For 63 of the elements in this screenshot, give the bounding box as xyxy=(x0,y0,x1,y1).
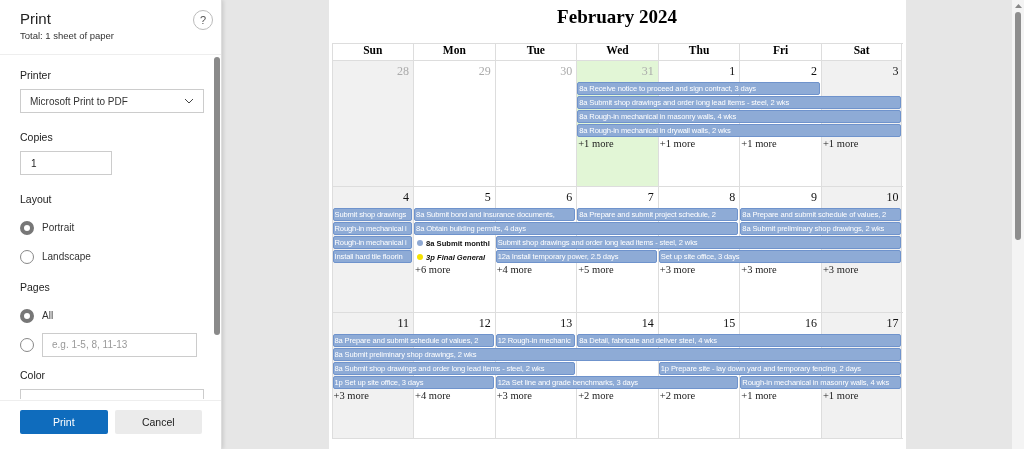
layout-label: Layout xyxy=(20,193,53,205)
day-number: 14 xyxy=(641,315,655,331)
more-link[interactable]: +1 more xyxy=(739,390,777,406)
cancel-button[interactable]: Cancel xyxy=(114,410,202,434)
more-link[interactable]: +1 more xyxy=(657,138,696,154)
copies-label: Copies xyxy=(20,131,54,143)
chevron-down-icon xyxy=(184,98,194,104)
day-number: 15 xyxy=(723,315,737,331)
day-number: 16 xyxy=(804,315,818,331)
radio-button[interactable] xyxy=(20,308,34,323)
scrollbar-thumb[interactable] xyxy=(1015,12,1021,240)
day-number: 17 xyxy=(886,315,900,331)
day-number: 31 xyxy=(641,63,655,79)
more-link[interactable]: +5 more xyxy=(576,264,614,280)
radio-button[interactable] xyxy=(20,337,34,352)
printer-select[interactable]: Microsoft Print to PDF xyxy=(20,89,204,113)
more-link[interactable]: +1 more xyxy=(739,138,777,154)
more-link[interactable]: +2 more xyxy=(657,390,696,406)
copies-field[interactable]: 1 xyxy=(20,151,112,175)
scrollbar-thumb[interactable] xyxy=(214,57,220,335)
scroll-up-icon[interactable] xyxy=(1014,4,1022,8)
more-link[interactable]: +6 more xyxy=(413,264,451,280)
day-number: 7 xyxy=(647,189,655,205)
day-number: 12 xyxy=(478,315,492,331)
day-number: 8 xyxy=(729,189,737,205)
radio-button[interactable] xyxy=(20,249,34,264)
more-link[interactable]: +3 more xyxy=(331,390,369,406)
more-link[interactable]: +3 more xyxy=(820,264,859,280)
more-link[interactable]: +3 more xyxy=(657,264,696,280)
radio-label: All xyxy=(42,310,54,321)
day-number: 13 xyxy=(560,315,574,331)
more-link[interactable]: +4 more xyxy=(413,390,451,406)
day-number: 11 xyxy=(397,315,411,331)
radio-button[interactable] xyxy=(20,220,34,235)
color-label: Color xyxy=(20,369,47,381)
more-link[interactable]: +2 more xyxy=(576,390,614,406)
more-link[interactable]: +4 more xyxy=(494,264,532,280)
color-select[interactable] xyxy=(20,389,204,399)
sheet-count: Total: 1 sheet of paper xyxy=(20,30,114,41)
day-number: 30 xyxy=(560,63,574,79)
print-button[interactable]: Print xyxy=(20,410,108,434)
radio-label: Landscape xyxy=(42,251,91,262)
more-link[interactable]: +3 more xyxy=(494,390,532,406)
day-number: 5 xyxy=(484,189,492,205)
day-number: 28 xyxy=(397,63,411,79)
day-number: 10 xyxy=(886,189,900,205)
pages-label: Pages xyxy=(20,281,51,293)
page-range-field[interactable]: e.g. 1-5, 8, 11-13 xyxy=(42,332,197,357)
printer-label: Printer xyxy=(20,69,52,81)
more-link[interactable]: +1 more xyxy=(820,138,859,154)
day-number: 3 xyxy=(892,63,900,79)
radio-label: Portrait xyxy=(42,222,75,233)
day-number: 1 xyxy=(729,63,737,79)
day-number: 29 xyxy=(478,63,492,79)
day-number: 4 xyxy=(403,189,411,205)
day-number: 2 xyxy=(810,63,818,79)
dialog-title: Print xyxy=(20,10,52,27)
calendar-title: February 2024 xyxy=(556,5,678,29)
day-number: 6 xyxy=(566,189,574,205)
more-link[interactable]: +3 more xyxy=(739,264,777,280)
more-link[interactable]: +1 more xyxy=(820,390,859,406)
more-link[interactable]: +1 more xyxy=(576,138,614,154)
day-number: 9 xyxy=(810,189,818,205)
